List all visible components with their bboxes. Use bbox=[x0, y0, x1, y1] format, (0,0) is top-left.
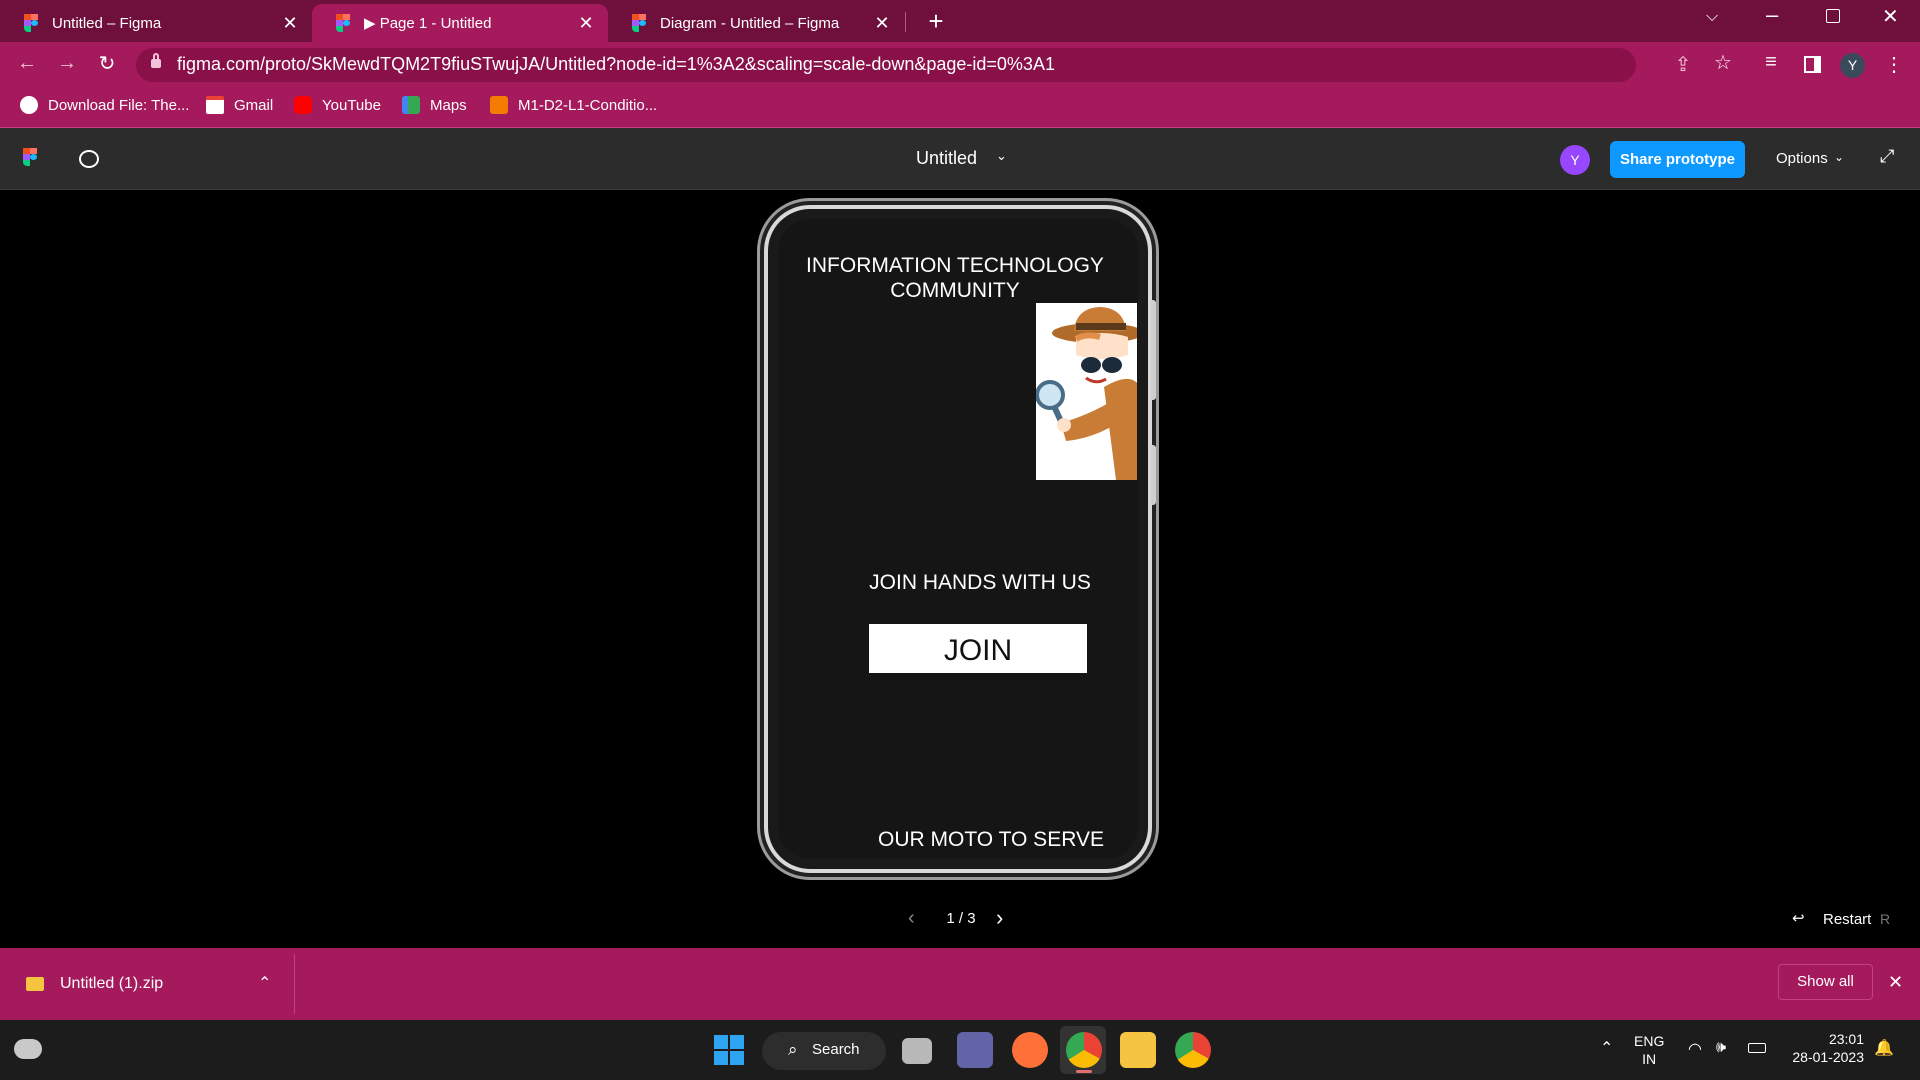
tab-untitled-figma[interactable]: Untitled – Figma ✕ bbox=[0, 4, 312, 42]
back-icon[interactable]: ← bbox=[14, 52, 40, 75]
join-hands-text: JOIN HANDS WITH US bbox=[869, 571, 1091, 594]
task-view-icon[interactable] bbox=[902, 1038, 932, 1064]
profile-avatar[interactable]: Y bbox=[1840, 53, 1865, 78]
bookmark-label: Maps bbox=[430, 96, 467, 114]
show-hidden-icons-icon[interactable]: ⌃ bbox=[1600, 1038, 1613, 1058]
figma-logo-icon[interactable] bbox=[23, 148, 37, 166]
restart-button[interactable]: Restart bbox=[1823, 911, 1871, 928]
bookmark-star-icon[interactable]: ☆ bbox=[1710, 50, 1736, 75]
bookmark-label: Download File: The... bbox=[48, 96, 190, 114]
youtube-icon bbox=[294, 96, 312, 114]
download-filename[interactable]: Untitled (1).zip bbox=[60, 975, 163, 993]
wifi-icon[interactable]: ◠ bbox=[1688, 1039, 1702, 1059]
download-bar bbox=[0, 948, 1920, 1020]
comment-icon[interactable] bbox=[79, 150, 99, 168]
restore-icon[interactable] bbox=[1826, 9, 1840, 23]
file-title-chevron-icon[interactable]: ⌄ bbox=[996, 148, 1007, 164]
close-tab-icon[interactable]: ✕ bbox=[872, 13, 892, 34]
weather-icon[interactable] bbox=[14, 1039, 42, 1059]
figma-icon bbox=[632, 14, 648, 32]
more-menu-icon[interactable]: ⋮ bbox=[1884, 52, 1904, 77]
previous-frame-icon[interactable]: ‹ bbox=[908, 907, 915, 930]
language-code: ENG bbox=[1634, 1033, 1665, 1049]
media-control-icon[interactable]: ≡ bbox=[1758, 51, 1784, 74]
tab-title: Diagram - Untitled – Figma bbox=[660, 14, 840, 32]
figma-icon bbox=[24, 14, 40, 32]
share-prototype-button[interactable]: Share prototype bbox=[1610, 141, 1745, 178]
url-text[interactable]: figma.com/proto/SkMewdTQM2T9fiuSTwujJA/U… bbox=[177, 54, 1055, 75]
tab-title: ▶ Page 1 - Untitled bbox=[364, 15, 492, 32]
bookmark-gmail[interactable]: Gmail bbox=[206, 96, 273, 114]
footer-moto-text: OUR MOTO TO SERVE bbox=[878, 828, 1104, 851]
taskbar-search-label: Search bbox=[812, 1041, 860, 1058]
lock-shackle bbox=[153, 53, 159, 61]
options-chevron-icon[interactable]: ⌄ bbox=[1834, 150, 1844, 164]
notification-icon[interactable]: 🔔 bbox=[1874, 1038, 1894, 1058]
time: 23:01 bbox=[1828, 1031, 1864, 1047]
heading-line-2: COMMUNITY bbox=[890, 279, 1020, 302]
bookmark-label: Gmail bbox=[234, 96, 274, 114]
teams-icon[interactable] bbox=[957, 1032, 993, 1068]
bookmark-maps[interactable]: Maps bbox=[402, 96, 467, 114]
phone-side-button bbox=[1151, 300, 1156, 400]
forward-icon[interactable]: → bbox=[54, 52, 80, 75]
close-tab-icon[interactable]: ✕ bbox=[280, 13, 300, 34]
figma-icon bbox=[336, 14, 352, 32]
side-panel-icon[interactable] bbox=[1804, 56, 1821, 73]
options-menu[interactable]: Options bbox=[1776, 150, 1828, 167]
close-tab-icon[interactable]: ✕ bbox=[576, 13, 596, 34]
next-frame-icon[interactable]: › bbox=[996, 905, 1003, 931]
date: 28-01-2023 bbox=[1792, 1049, 1864, 1065]
tab-page-1-untitled[interactable]: ▶ Page 1 - Untitled ✕ bbox=[312, 4, 608, 42]
tab-divider bbox=[905, 12, 906, 32]
tab-search-chevron-icon[interactable]: ⌵ bbox=[1706, 8, 1718, 26]
heading-line-1: INFORMATION TECHNOLOGY bbox=[806, 254, 1104, 277]
firefox-icon[interactable] bbox=[1012, 1032, 1048, 1068]
tab-diagram-untitled[interactable]: Diagram - Untitled – Figma ✕ bbox=[608, 4, 904, 42]
reload-icon[interactable]: ↻ bbox=[94, 51, 120, 76]
new-tab-button[interactable]: + bbox=[922, 4, 950, 38]
clock[interactable]: 23:01 28-01-2023 bbox=[1780, 1030, 1864, 1066]
close-window-icon[interactable]: ✕ bbox=[1882, 4, 1899, 29]
download-options-chevron-icon[interactable]: ⌃ bbox=[258, 973, 271, 993]
bookmark-label: M1-D2-L1-Conditio... bbox=[518, 96, 658, 114]
volume-icon[interactable]: 🕪 bbox=[1716, 1039, 1726, 1057]
gmail-icon bbox=[206, 96, 224, 114]
active-app-indicator bbox=[1076, 1070, 1092, 1073]
chrome-icon[interactable] bbox=[1175, 1032, 1211, 1068]
close-download-bar-icon[interactable]: ✕ bbox=[1888, 972, 1903, 993]
fullscreen-icon[interactable]: ⤢ bbox=[1880, 146, 1894, 167]
course-icon bbox=[490, 96, 508, 114]
maps-icon bbox=[402, 96, 420, 114]
user-avatar[interactable]: Y bbox=[1560, 145, 1590, 175]
bookmarks-bar bbox=[0, 88, 1920, 128]
battery-icon[interactable] bbox=[1748, 1043, 1766, 1053]
join-button[interactable]: JOIN bbox=[869, 624, 1087, 673]
frame-counter: 1 / 3 bbox=[946, 910, 976, 927]
language-indicator[interactable]: ENG IN bbox=[1634, 1032, 1664, 1068]
phone-side-button bbox=[1151, 445, 1156, 505]
zip-file-icon bbox=[26, 977, 44, 991]
windows-start-icon[interactable] bbox=[714, 1035, 744, 1065]
bookmark-youtube[interactable]: YouTube bbox=[294, 96, 381, 114]
file-title[interactable]: Untitled bbox=[916, 148, 977, 169]
bookmark-label: YouTube bbox=[322, 96, 381, 114]
restart-icon[interactable]: ↩ bbox=[1792, 909, 1805, 927]
minimize-icon[interactable]: – bbox=[1766, 2, 1778, 28]
detective-icon bbox=[1036, 307, 1137, 480]
globe-icon bbox=[20, 96, 38, 114]
share-page-icon[interactable]: ⇪ bbox=[1670, 52, 1696, 77]
bookmark-download-file[interactable]: Download File: The... bbox=[20, 96, 189, 114]
chrome-icon[interactable] bbox=[1066, 1032, 1102, 1068]
region-code: IN bbox=[1642, 1051, 1657, 1067]
search-icon: ⌕ bbox=[788, 1040, 798, 1059]
download-divider bbox=[294, 954, 295, 1014]
file-explorer-icon[interactable] bbox=[1120, 1032, 1156, 1068]
bookmark-m1-d2-l1[interactable]: M1-D2-L1-Conditio... bbox=[490, 96, 657, 114]
restart-shortcut: R bbox=[1880, 911, 1891, 927]
show-all-button[interactable]: Show all bbox=[1778, 964, 1873, 1000]
tab-title: Untitled – Figma bbox=[52, 14, 162, 32]
detective-illustration bbox=[1036, 303, 1137, 480]
